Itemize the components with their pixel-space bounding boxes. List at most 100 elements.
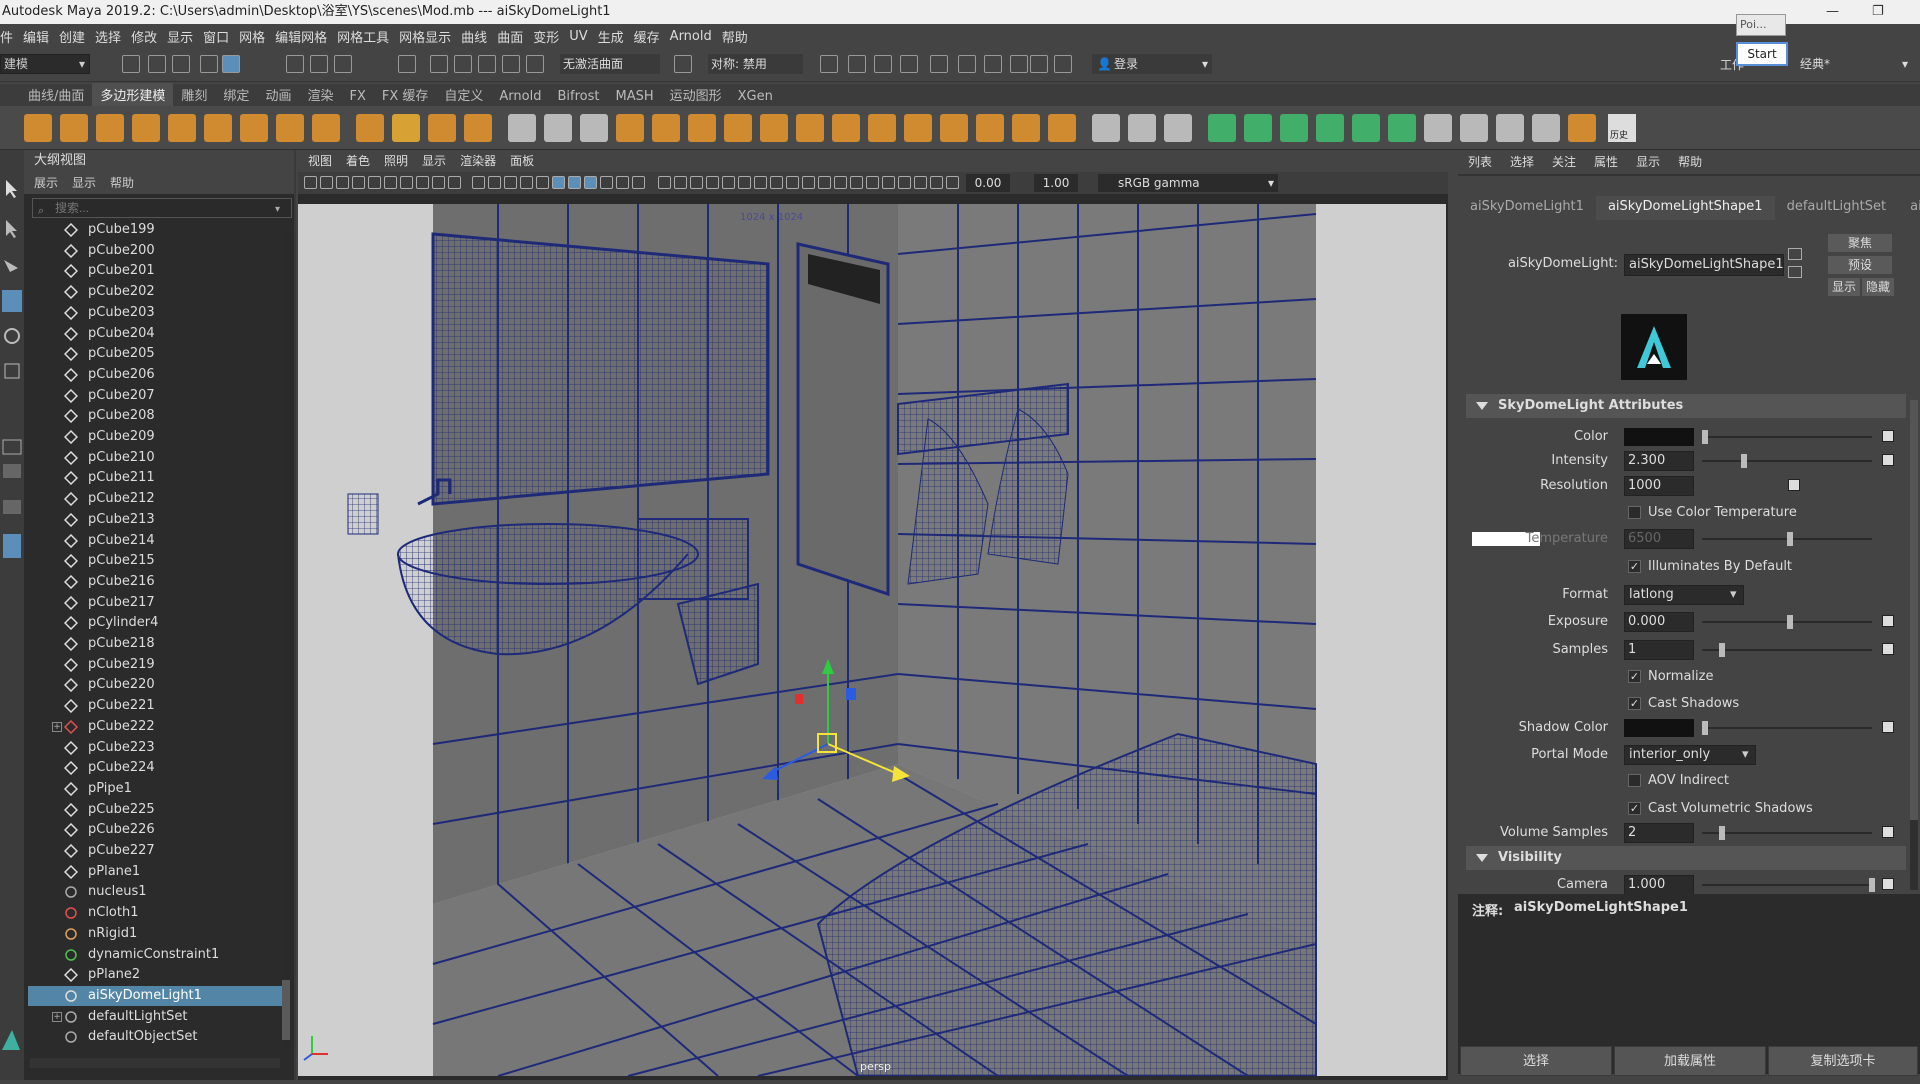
status-tool-icon[interactable]: [930, 55, 948, 73]
map-button-icon[interactable]: [1882, 643, 1894, 655]
outliner-item[interactable]: aiSkyDomeLight1: [28, 985, 284, 1006]
status-tool-icon[interactable]: [286, 55, 304, 73]
outliner-search-input[interactable]: [32, 198, 292, 218]
viewport-tool-icon[interactable]: [520, 176, 533, 189]
shelf-tool-icon[interactable]: [1092, 114, 1120, 142]
viewport-tool-icon[interactable]: [898, 176, 911, 189]
status-tool-icon[interactable]: [984, 55, 1002, 73]
status-tool-icon[interactable]: [1054, 55, 1072, 73]
outliner-item[interactable]: pCube212: [28, 489, 284, 509]
shelf-tab[interactable]: 绑定: [215, 83, 257, 106]
attribute-field[interactable]: 1.000: [1624, 875, 1694, 895]
shelf-tool-icon[interactable]: [580, 114, 608, 142]
viewport-tool-icon[interactable]: [320, 176, 333, 189]
shelf-tool-icon[interactable]: [616, 114, 644, 142]
attribute-scrollbar[interactable]: [1910, 400, 1918, 890]
outliner-item[interactable]: pCube215: [28, 551, 284, 571]
viewport-tool-icon[interactable]: [802, 176, 815, 189]
popup-label[interactable]: Poi...: [1736, 14, 1786, 36]
viewport-tool-icon[interactable]: [738, 176, 751, 189]
expand-icon[interactable]: +: [52, 1011, 62, 1022]
shelf-tool-icon[interactable]: [276, 114, 304, 142]
copy-tab-button[interactable]: 复制选项卡: [1768, 1046, 1918, 1076]
menu-item[interactable]: 创建: [59, 27, 95, 46]
slider-knob[interactable]: [1741, 454, 1748, 468]
shelf-tool-icon[interactable]: [1496, 114, 1524, 142]
attribute-field[interactable]: 0.000: [1624, 612, 1694, 632]
viewport-tool-icon[interactable]: [488, 176, 501, 189]
menu-item[interactable]: 编辑网格: [275, 27, 337, 46]
shelf-tool-icon[interactable]: [796, 114, 824, 142]
attribute-field[interactable]: 6500: [1624, 529, 1694, 549]
status-tool-icon[interactable]: [454, 55, 472, 73]
attribute-field[interactable]: 2.300: [1624, 451, 1694, 471]
outliner-item[interactable]: pCylinder4: [28, 613, 284, 633]
status-tool-icon[interactable]: [900, 55, 918, 73]
shelf-tool-icon[interactable]: [1424, 114, 1452, 142]
status-tool-icon[interactable]: [334, 55, 352, 73]
outliner-item[interactable]: pCube225: [28, 800, 284, 820]
map-button-icon[interactable]: [1882, 721, 1894, 733]
maximize-icon[interactable]: ❐: [1872, 0, 1884, 24]
viewport-tool-icon[interactable]: [384, 176, 397, 189]
status-tool-icon[interactable]: [398, 55, 416, 73]
map-button-icon[interactable]: [1788, 479, 1800, 491]
shelf-tool-icon[interactable]: [1164, 114, 1192, 142]
shelf-tool-icon[interactable]: [1460, 114, 1488, 142]
shelf-tool-icon[interactable]: [724, 114, 752, 142]
shelf-tool-icon[interactable]: [688, 114, 716, 142]
outliner-item[interactable]: pPipe1: [28, 779, 284, 799]
color-swatch[interactable]: [1624, 428, 1694, 446]
shelf-tool-icon[interactable]: [1048, 114, 1076, 142]
viewport-tool-icon[interactable]: [946, 176, 959, 189]
status-tool-icon[interactable]: [674, 55, 692, 73]
attribute-slider[interactable]: [1702, 532, 1872, 546]
shelf-tool-icon[interactable]: [652, 114, 680, 142]
status-tool-icon[interactable]: [222, 55, 240, 73]
menu-item[interactable]: 变形: [533, 27, 569, 46]
shelf-tool-icon[interactable]: [392, 114, 420, 142]
outliner-item[interactable]: pCube214: [28, 531, 284, 551]
menu-item[interactable]: 生成: [598, 27, 634, 46]
shelf-tab[interactable]: Arnold: [491, 87, 549, 106]
side-button[interactable]: 预设: [1828, 256, 1892, 274]
slider-knob[interactable]: [1787, 532, 1793, 546]
shelf-tool-icon[interactable]: [132, 114, 160, 142]
shelf-tool-icon[interactable]: [312, 114, 340, 142]
menu-item[interactable]: 帮助: [722, 27, 758, 46]
viewport-tool-icon[interactable]: [568, 176, 581, 189]
outliner-item[interactable]: pCube221: [28, 696, 284, 716]
viewport-tool-icon[interactable]: [552, 176, 565, 189]
shelf-tab[interactable]: 雕刻: [173, 83, 215, 106]
status-tool-icon[interactable]: [310, 55, 328, 73]
viewport-tool-icon[interactable]: [352, 176, 365, 189]
map-button-icon[interactable]: [1882, 454, 1894, 466]
outliner-item[interactable]: pCube207: [28, 386, 284, 406]
viewport-tool-icon[interactable]: [400, 176, 413, 189]
menu-item[interactable]: 网格显示: [399, 27, 461, 46]
outliner-menu-item[interactable]: 帮助: [110, 172, 134, 194]
outliner-item[interactable]: pCube205: [28, 344, 284, 364]
status-tool-icon[interactable]: [848, 55, 866, 73]
shelf-tool-icon[interactable]: [1012, 114, 1040, 142]
attribute-slider[interactable]: [1702, 643, 1872, 657]
outliner-item[interactable]: pCube216: [28, 572, 284, 592]
viewport-tool-icon[interactable]: [432, 176, 445, 189]
map-button-icon[interactable]: [1882, 826, 1894, 838]
outliner-item[interactable]: pPlane2: [28, 965, 284, 985]
viewport-tool-icon[interactable]: [600, 176, 613, 189]
viewport-tool-icon[interactable]: [674, 176, 687, 189]
viewport-tool-icon[interactable]: [818, 176, 831, 189]
viewport-tool-icon[interactable]: [658, 176, 671, 189]
shelf-tool-icon[interactable]: [904, 114, 932, 142]
status-tool-icon[interactable]: [958, 55, 976, 73]
slider-knob[interactable]: [1702, 430, 1708, 444]
shelf-tool-icon[interactable]: [464, 114, 492, 142]
outliner-item[interactable]: pCube223: [28, 738, 284, 758]
viewport-tool-icon[interactable]: [834, 176, 847, 189]
outliner-item[interactable]: pCube202: [28, 282, 284, 302]
map-button-icon[interactable]: [1882, 430, 1894, 442]
format-dropdown[interactable]: latlong: [1624, 585, 1744, 605]
viewport-tool-icon[interactable]: [504, 176, 517, 189]
shelf-tab[interactable]: XGen: [730, 87, 781, 106]
